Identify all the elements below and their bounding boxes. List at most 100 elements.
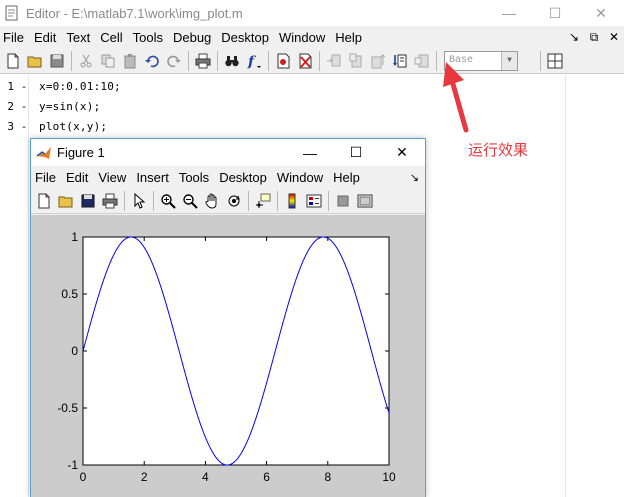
code-line[interactable]: 3 - plot(x,y); <box>0 116 107 136</box>
layout-grid-button[interactable] <box>544 50 566 72</box>
fig-menu-insert[interactable]: Insert <box>131 170 174 185</box>
figure-canvas[interactable]: 0 2 4 6 8 10 -1 -0.5 0 0.5 1 <box>31 215 425 497</box>
step-out-icon <box>371 53 386 68</box>
copy-button[interactable] <box>97 50 119 72</box>
y-tick-label: -1 <box>67 458 78 472</box>
menu-tools[interactable]: Tools <box>128 30 168 45</box>
figure-menubar: File Edit View Insert Tools Desktop Wind… <box>31 166 425 188</box>
y-tick-label: -0.5 <box>57 401 78 415</box>
editor-minimize-button[interactable]: — <box>486 0 532 26</box>
rotate-3d-button[interactable] <box>223 190 245 212</box>
fig-menu-view[interactable]: View <box>93 170 131 185</box>
fig-print-button[interactable] <box>99 190 121 212</box>
fig-open-button[interactable] <box>55 190 77 212</box>
rotate-3d-icon <box>228 195 240 206</box>
editor-titlebar: Editor - E:\matlab7.1\work\img_plot.m — … <box>0 0 624 26</box>
menu-file[interactable]: File <box>0 30 29 45</box>
editor-menubar: File Edit Text Cell Tools Debug Desktop … <box>0 26 624 48</box>
menu-help[interactable]: Help <box>330 30 367 45</box>
open-file-button[interactable] <box>24 50 46 72</box>
breakpoint-marker[interactable]: - <box>14 100 34 113</box>
restore-button[interactable]: ⧉ <box>584 30 604 45</box>
undock-button[interactable]: ↘ <box>564 30 584 44</box>
exit-debug-icon <box>414 54 429 67</box>
close-doc-button[interactable]: ✕ <box>604 30 624 44</box>
print-button[interactable] <box>192 50 214 72</box>
annotation-arrow <box>443 62 469 133</box>
insert-legend-button[interactable] <box>303 190 325 212</box>
menu-edit[interactable]: Edit <box>29 30 61 45</box>
zoom-in-icon <box>161 193 176 209</box>
redo-button[interactable] <box>163 50 185 72</box>
editor-maximize-button[interactable]: ☐ <box>532 0 578 26</box>
binoculars-icon <box>225 55 239 66</box>
x-tick-label: 10 <box>382 470 396 484</box>
printer-icon <box>102 193 118 208</box>
code-line[interactable]: 1 - x=0:0.01:10; <box>0 76 121 96</box>
fig-menu-desktop[interactable]: Desktop <box>214 170 272 185</box>
undo-icon <box>145 55 159 67</box>
plot-svg[interactable]: 0 2 4 6 8 10 -1 -0.5 0 0.5 1 <box>31 215 425 497</box>
save-button[interactable] <box>46 50 68 72</box>
editor-close-button[interactable]: ✕ <box>578 0 624 26</box>
zoom-in-button[interactable] <box>157 190 179 212</box>
menu-debug[interactable]: Debug <box>168 30 216 45</box>
fig-menu-tools[interactable]: Tools <box>174 170 214 185</box>
step-in-button[interactable] <box>345 50 367 72</box>
fig-menu-help[interactable]: Help <box>328 170 365 185</box>
y-tick-label: 0.5 <box>61 287 78 301</box>
menu-text[interactable]: Text <box>61 30 95 45</box>
line-number: 2 <box>7 99 14 113</box>
paste-button[interactable] <box>119 50 141 72</box>
menu-cell[interactable]: Cell <box>95 30 127 45</box>
show-plot-tools-button[interactable] <box>354 190 376 212</box>
find-button[interactable] <box>221 50 243 72</box>
clear-breakpoints-icon <box>299 53 312 68</box>
hide-tools-icon <box>337 195 349 206</box>
hide-plot-tools-button[interactable] <box>332 190 354 212</box>
breakpoint-marker[interactable]: - <box>14 80 34 93</box>
figure-close-button[interactable]: ✕ <box>379 139 425 166</box>
axes-box <box>82 236 390 466</box>
insert-colorbar-button[interactable] <box>281 190 303 212</box>
set-breakpoint-button[interactable] <box>272 50 294 72</box>
annotation-label: 运行效果 <box>468 141 529 159</box>
menu-window[interactable]: Window <box>274 30 330 45</box>
open-folder-icon <box>58 196 73 207</box>
step-button[interactable] <box>323 50 345 72</box>
breakpoint-marker[interactable]: - <box>14 120 34 133</box>
show-tools-icon <box>357 194 373 207</box>
clear-breakpoints-button[interactable] <box>294 50 316 72</box>
cut-button[interactable] <box>75 50 97 72</box>
edit-plot-button[interactable] <box>128 190 150 212</box>
matlab-editor-icon <box>5 5 18 21</box>
pan-button[interactable] <box>201 190 223 212</box>
zoom-out-icon <box>183 193 198 209</box>
fig-menu-file[interactable]: File <box>31 170 61 185</box>
zoom-out-button[interactable] <box>179 190 201 212</box>
data-cursor-button[interactable] <box>252 190 274 212</box>
fig-menu-window[interactable]: Window <box>272 170 328 185</box>
undo-button[interactable] <box>141 50 163 72</box>
matlab-logo-icon <box>36 146 51 159</box>
function-button[interactable]: f <box>243 50 265 72</box>
figure-title: Figure 1 <box>57 145 105 160</box>
breakpoint-icon <box>277 53 290 68</box>
figure-maximize-button[interactable]: ☐ <box>333 139 379 166</box>
dock-figure-button[interactable]: ↘ <box>410 171 419 184</box>
figure-minimize-button[interactable]: — <box>287 139 333 166</box>
fig-menu-edit[interactable]: Edit <box>61 170 93 185</box>
new-file-button[interactable] <box>2 50 24 72</box>
pointer-arrow-icon <box>134 192 146 209</box>
fig-new-button[interactable] <box>33 190 55 212</box>
menu-desktop[interactable]: Desktop <box>216 30 274 45</box>
x-tick-label: 4 <box>202 470 209 484</box>
run-icon <box>393 54 407 67</box>
step-out-button[interactable] <box>367 50 389 72</box>
fig-save-button[interactable] <box>77 190 99 212</box>
run-button[interactable] <box>389 50 411 72</box>
code-text: x=0:0.01:10; <box>39 79 121 93</box>
function-icon: f <box>247 54 261 69</box>
chevron-down-icon: ▼ <box>501 51 517 70</box>
code-line[interactable]: 2 - y=sin(x); <box>0 96 100 116</box>
